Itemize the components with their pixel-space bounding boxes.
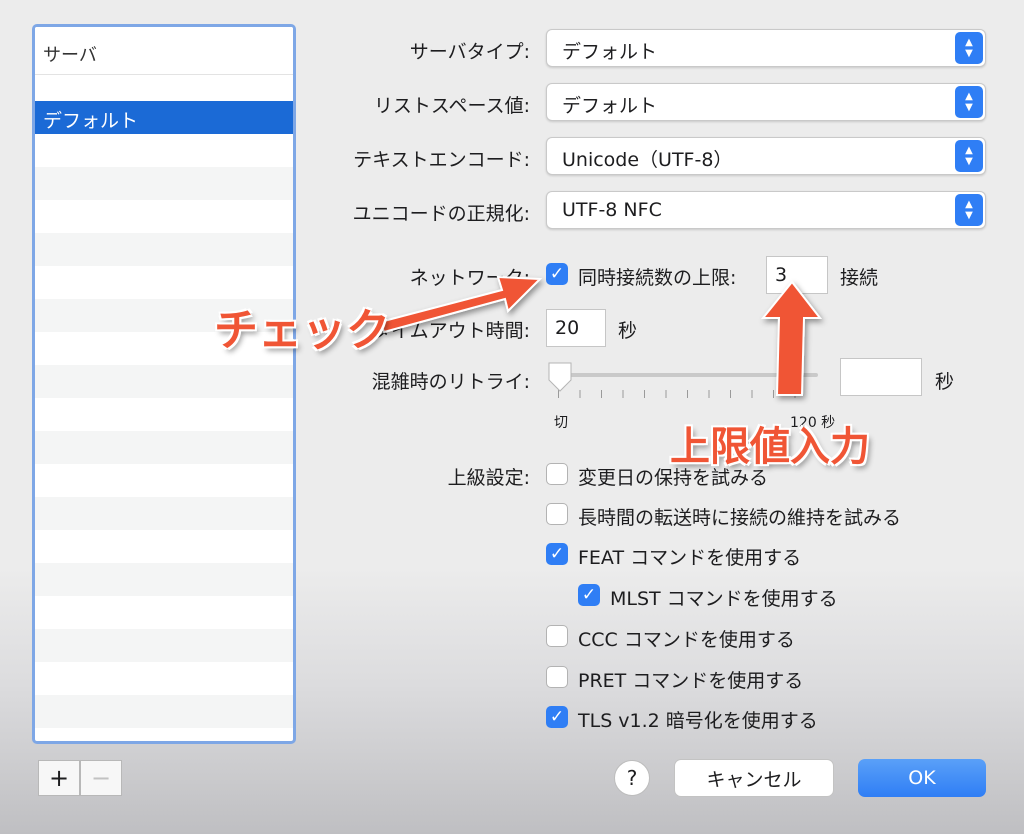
ok-button[interactable]: OK (858, 759, 986, 797)
ccc-label: CCC コマンドを使用する (578, 629, 795, 651)
cancel-button[interactable]: キャンセル (674, 759, 834, 797)
advanced-label: 上級設定: (447, 467, 530, 489)
help-button[interactable]: ? (614, 760, 650, 796)
server-type-label: サーバタイプ: (409, 41, 530, 63)
timeout-input[interactable]: 20 (546, 309, 606, 347)
add-server-button[interactable]: + (38, 760, 80, 796)
stepper-icon: ▲ ▼ (955, 32, 983, 64)
mlst-label: MLST コマンドを使用する (610, 588, 838, 610)
feat-label: FEAT コマンドを使用する (578, 547, 802, 569)
server-list-header: サーバ (35, 27, 293, 75)
list-row-empty (35, 695, 293, 728)
check-icon: ✓ (549, 707, 565, 727)
slider-ticks (558, 390, 816, 398)
network-label: ネットワーク: (409, 267, 530, 289)
check-icon: ✓ (549, 264, 565, 284)
pret-checkbox[interactable] (546, 666, 568, 688)
server-type-select[interactable]: デフォルト ▲ ▼ (546, 29, 986, 67)
list-row-empty (35, 497, 293, 530)
list-row-empty (35, 365, 293, 398)
server-type-value: デフォルト (562, 41, 658, 63)
slider-track (552, 373, 818, 377)
retry-label: 混雑時のリトライ: (371, 371, 530, 393)
unicode-normalization-label: ユニコードの正規化: (352, 203, 530, 225)
limit-connections-checkbox[interactable]: ✓ (546, 263, 568, 285)
keep-alive-label: 長時間の転送時に接続の維持を試みる (578, 507, 902, 529)
list-space-value: デフォルト (562, 95, 658, 117)
mlst-checkbox[interactable]: ✓ (578, 584, 600, 606)
slider-knob[interactable] (546, 360, 576, 394)
list-space-label: リストスペース値: (373, 95, 530, 117)
unicode-normalization-select[interactable]: UTF-8 NFC ▲ ▼ (546, 191, 986, 229)
check-icon: ✓ (581, 585, 597, 605)
remove-server-button[interactable]: − (80, 760, 122, 796)
keep-modification-date-checkbox[interactable] (546, 463, 568, 485)
text-encoding-value: Unicode（UTF-8） (562, 149, 733, 171)
limit-connections-label: 同時接続数の上限: (578, 267, 737, 289)
list-row-empty (35, 233, 293, 266)
unicode-normalization-value: UTF-8 NFC (562, 199, 662, 221)
text-encoding-select[interactable]: Unicode（UTF-8） ▲ ▼ (546, 137, 986, 175)
pret-label: PRET コマンドを使用する (578, 670, 804, 692)
connections-input[interactable]: 3 (766, 256, 828, 294)
annotation-check: チェック (214, 305, 390, 356)
timeout-unit: 秒 (618, 320, 638, 342)
keep-alive-checkbox[interactable] (546, 503, 568, 525)
connections-unit: 接続 (840, 267, 879, 289)
tls12-label: TLS v1.2 暗号化を使用する (578, 710, 818, 732)
retry-unit: 秒 (935, 371, 955, 393)
timeout-label: タイムアウト時間: (371, 320, 530, 342)
list-row-empty (35, 629, 293, 662)
server-list-item-default[interactable]: デフォルト (35, 101, 293, 134)
stepper-icon: ▲ ▼ (955, 140, 983, 172)
annotation-limit-input: 上限値入力 (670, 424, 870, 470)
retry-slider[interactable] (546, 360, 826, 420)
list-space-select[interactable]: デフォルト ▲ ▼ (546, 83, 986, 121)
ccc-checkbox[interactable] (546, 625, 568, 647)
tls12-checkbox[interactable]: ✓ (546, 706, 568, 728)
list-row-empty (35, 167, 293, 200)
list-row-empty (35, 431, 293, 464)
check-icon: ✓ (549, 544, 565, 564)
stepper-icon: ▲ ▼ (955, 86, 983, 118)
retry-input[interactable] (840, 358, 922, 396)
slider-min-label: 切 (554, 415, 568, 431)
feat-checkbox[interactable]: ✓ (546, 543, 568, 565)
text-encoding-label: テキストエンコード: (353, 149, 530, 171)
server-list[interactable]: サーバ デフォルト (32, 24, 296, 744)
list-row-empty (35, 563, 293, 596)
stepper-icon: ▲ ▼ (955, 194, 983, 226)
